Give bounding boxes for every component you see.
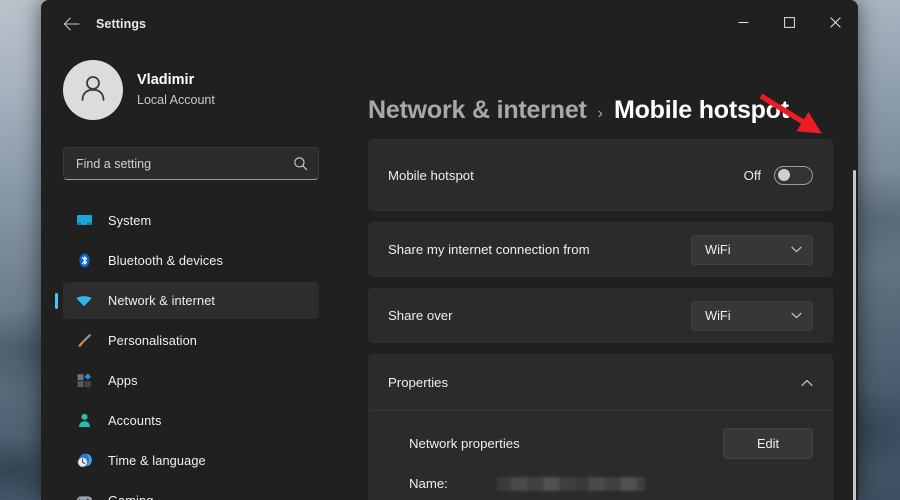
share-over-dropdown[interactable]: WiFi — [691, 301, 813, 331]
breadcrumb: Network & internet › Mobile hotspot — [368, 96, 833, 125]
content-pane: Network & internet › Mobile hotspot Mobi… — [341, 48, 858, 500]
sidebar-item-personalisation[interactable]: Personalisation — [63, 322, 319, 359]
properties-title: Properties — [388, 375, 448, 390]
share-over-value: WiFi — [705, 308, 731, 323]
share-over-label: Share over — [388, 308, 453, 323]
network-properties-label: Network properties — [409, 436, 520, 451]
breadcrumb-parent-link[interactable]: Network & internet — [368, 96, 587, 125]
maximize-icon — [784, 17, 795, 31]
profile-name: Vladimir — [137, 71, 215, 90]
settings-window: Settings — [41, 0, 858, 500]
sidebar-item-label: Time & language — [108, 453, 206, 468]
share-from-value: WiFi — [705, 242, 731, 257]
sidebar-item-label: System — [108, 213, 151, 228]
vertical-scrollbar[interactable] — [853, 170, 856, 500]
title-bar: Settings — [41, 0, 858, 48]
sidebar-item-label: Apps — [108, 373, 138, 388]
search-box[interactable] — [63, 147, 319, 180]
share-from-card: Share my internet connection from WiFi — [368, 222, 833, 277]
share-from-dropdown[interactable]: WiFi — [691, 235, 813, 265]
sidebar-item-apps[interactable]: Apps — [63, 362, 319, 399]
maximize-button[interactable] — [766, 0, 812, 48]
sidebar-item-label: Network & internet — [108, 293, 215, 308]
clock-globe-icon — [75, 452, 93, 470]
minimize-button[interactable] — [720, 0, 766, 48]
network-name-field-row: Name: — [409, 476, 813, 491]
wifi-icon — [75, 292, 93, 310]
sidebar-item-label: Bluetooth & devices — [108, 253, 223, 268]
monitor-icon — [75, 212, 93, 230]
sidebar-item-system[interactable]: System — [63, 202, 319, 239]
sidebar-item-time-language[interactable]: Time & language — [63, 442, 319, 479]
person-icon — [75, 412, 93, 430]
sidebar-item-network-internet[interactable]: Network & internet — [63, 282, 319, 319]
chevron-up-icon — [801, 379, 813, 387]
apps-icon — [75, 372, 93, 390]
page-title: Mobile hotspot — [614, 96, 789, 125]
close-icon — [830, 17, 841, 31]
breadcrumb-separator-icon: › — [598, 105, 603, 123]
back-button[interactable] — [54, 9, 88, 39]
sidebar-item-accounts[interactable]: Accounts — [63, 402, 319, 439]
chevron-down-icon — [791, 312, 802, 319]
arrow-left-icon — [63, 17, 80, 31]
user-profile[interactable]: Vladimir Local Account — [41, 50, 341, 122]
sidebar-item-label: Accounts — [108, 413, 161, 428]
mobile-hotspot-card: Mobile hotspot Off — [368, 139, 833, 211]
edit-button[interactable]: Edit — [723, 428, 813, 459]
properties-body: Network properties Edit Name: Password: — [369, 410, 832, 500]
mobile-hotspot-label: Mobile hotspot — [388, 168, 474, 183]
sidebar-nav: System Bluetooth & devices — [41, 202, 341, 500]
close-button[interactable] — [812, 0, 858, 48]
properties-card: Properties Network properties Edit Name: — [368, 354, 833, 500]
chevron-down-icon — [791, 246, 802, 253]
search-icon — [293, 156, 308, 171]
search-input[interactable] — [76, 157, 293, 171]
mobile-hotspot-state: Off — [744, 168, 761, 183]
profile-account-type: Local Account — [137, 91, 215, 109]
share-over-card: Share over WiFi — [368, 288, 833, 343]
share-from-label: Share my internet connection from — [388, 242, 590, 257]
app-title: Settings — [96, 17, 146, 31]
bluetooth-icon — [75, 252, 93, 270]
window-controls — [720, 0, 858, 48]
sidebar-item-label: Gaming — [108, 493, 153, 500]
toggle-knob — [778, 169, 790, 181]
sidebar-item-label: Personalisation — [108, 333, 197, 348]
sidebar-item-gaming[interactable]: Gaming — [63, 482, 319, 500]
minimize-icon — [738, 17, 749, 31]
network-name-redacted-value — [497, 477, 645, 491]
user-avatar-icon — [76, 71, 110, 110]
avatar — [63, 60, 123, 120]
gamepad-icon — [75, 492, 93, 500]
mobile-hotspot-toggle[interactable] — [774, 166, 813, 185]
sidebar: Vladimir Local Account — [41, 48, 341, 500]
network-name-label: Name: — [409, 476, 481, 491]
properties-expander-header[interactable]: Properties — [369, 355, 832, 410]
sidebar-item-bluetooth-devices[interactable]: Bluetooth & devices — [63, 242, 319, 279]
paintbrush-icon — [75, 332, 93, 350]
